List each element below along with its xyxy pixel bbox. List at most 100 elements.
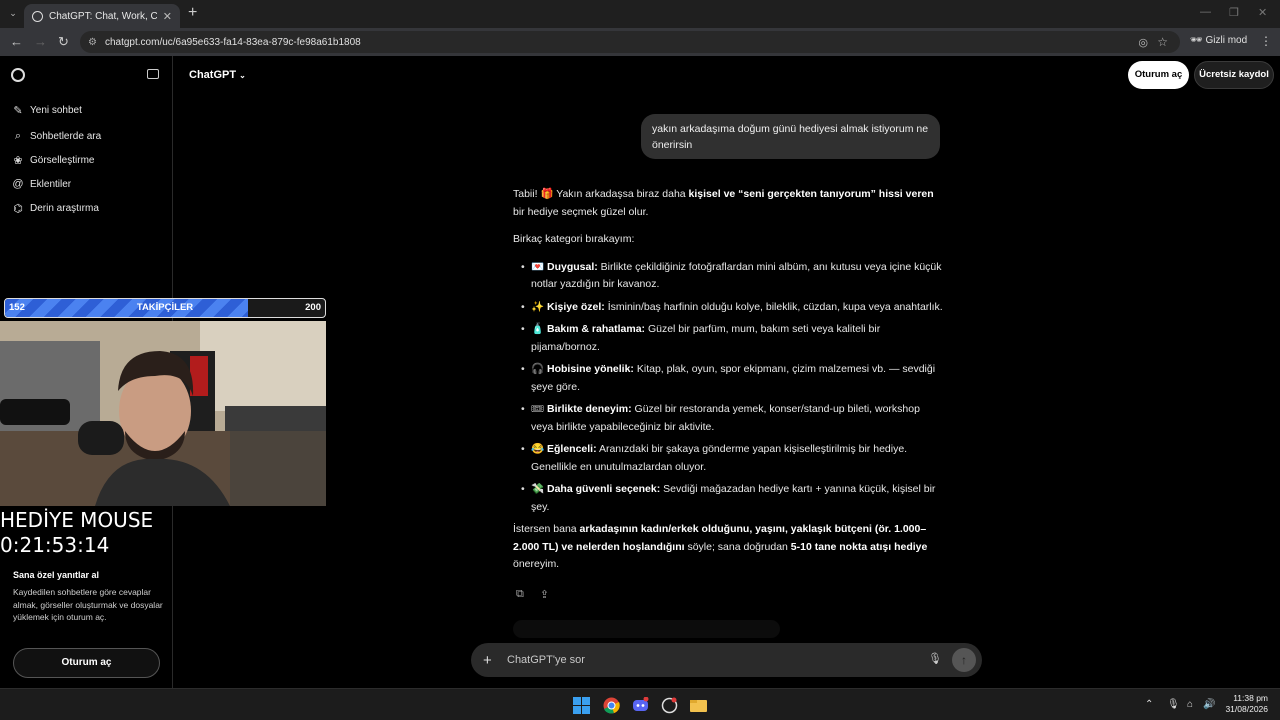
faded-suggestion <box>513 620 780 638</box>
headphones-icon: 🎧 <box>531 363 545 375</box>
minimize-icon[interactable]: — <box>1200 6 1211 18</box>
item-title: Hobisine yönelik: <box>547 363 634 375</box>
sidebar-item-label: Sohbetlerde ara <box>30 131 102 142</box>
list-item: 🎟Birlikte deneyim: Güzel bir restoranda … <box>513 401 943 436</box>
reload-icon[interactable]: ↻ <box>58 34 69 50</box>
tray-chevron-icon[interactable]: ⌃ <box>1145 699 1153 710</box>
follower-target: 200 <box>305 302 321 313</box>
model-name: ChatGPT <box>189 69 237 81</box>
volume-icon[interactable]: 🔊 <box>1203 699 1215 710</box>
item-title: Daha güvenli seçenek: <box>547 483 661 495</box>
chatgpt-favicon-icon <box>32 10 43 22</box>
image-icon: ❀ <box>13 155 23 167</box>
search-icon: ⌕ <box>14 130 22 142</box>
attach-plus-icon[interactable]: + <box>483 652 507 669</box>
microphone-tray-icon[interactable]: 🎙 <box>1167 699 1180 710</box>
item-title: Duygusal: <box>547 260 598 273</box>
gift-category-list: 💌Duygusal: Birlikte çekildiğiniz fotoğra… <box>513 259 943 517</box>
share-icon[interactable]: ⇪ <box>540 588 549 601</box>
follower-goal-bar: 152 TAKİPÇİLER 200 <box>4 298 326 318</box>
forward-icon[interactable]: → <box>34 34 47 49</box>
restore-icon[interactable]: ❐ <box>1229 6 1239 19</box>
intro-bold: kişisel ve “seni gerçekten tanıyorum” hi… <box>688 188 934 200</box>
browser-menu-icon[interactable]: ⋮ <box>1260 34 1272 48</box>
chatgpt-logo-icon[interactable] <box>11 68 25 82</box>
laughing-face-icon: 😂 <box>531 443 545 455</box>
sidebar-item-images[interactable]: ❀ Görselleştirme <box>12 154 94 167</box>
microphone-icon[interactable]: 🎙 <box>928 652 942 665</box>
outro-text: söyle; sana doğrudan <box>684 540 791 553</box>
new-tab-icon[interactable]: + <box>188 4 197 22</box>
composer: + ChatGPT'ye sor 🎙 ↑ <box>471 643 982 677</box>
clock-date: 31/08/2026 <box>1225 704 1268 714</box>
promo-title: Sana özel yanıtlar al <box>13 570 100 580</box>
stream-timer-overlay: 0:21:53:14 <box>0 533 110 557</box>
tracking-eye-icon[interactable]: ◎ <box>1138 36 1148 49</box>
incognito-indicator[interactable]: 🕶 Gizli mod <box>1190 35 1247 46</box>
discord-icon[interactable] <box>632 697 649 714</box>
answer-intro: Tabii! 🎁 Yakın arkadaşsa biraz daha kişi… <box>513 186 943 221</box>
gift-icon: 🎁 <box>540 188 554 200</box>
ticket-icon: 🎟 <box>531 403 545 415</box>
love-letter-icon: 💌 <box>531 260 545 273</box>
list-item: 🧴Bakım & rahatlama: Güzel bir parfüm, mu… <box>513 321 943 356</box>
list-item: 😂Eğlenceli: Aranızdaki bir şakaya gönder… <box>513 441 943 476</box>
system-clock[interactable]: 11:38 pm 31/08/2026 <box>1222 693 1268 715</box>
file-explorer-icon[interactable] <box>690 697 707 714</box>
list-item: ✨Kişiye özel: İsminin/baş harfinin olduğ… <box>513 299 943 317</box>
site-info-icon[interactable]: ⚙ <box>88 37 97 48</box>
intro-text: bir hediye seçmek güzel olur. <box>513 205 649 218</box>
apps-icon: @ <box>12 178 24 190</box>
header-login-button[interactable]: Oturum aç <box>1128 61 1189 89</box>
browser-tab[interactable]: ChatGPT: Chat, Work, Create & ✕ <box>24 4 180 28</box>
promo-text: Kaydedilen sohbetlere göre cevaplar alma… <box>13 587 163 622</box>
tab-title: ChatGPT: Chat, Work, Create & <box>49 10 157 22</box>
bookmark-star-icon[interactable]: ☆ <box>1157 35 1168 49</box>
sidebar-item-label: Derin araştırma <box>30 203 99 214</box>
close-tab-icon[interactable]: ✕ <box>163 10 172 23</box>
prompt-input[interactable]: ChatGPT'ye sor <box>507 654 585 666</box>
app-launcher-icon[interactable] <box>661 697 678 714</box>
sidebar-toggle-icon[interactable] <box>147 69 159 79</box>
model-selector[interactable]: ChatGPT ⌄ <box>189 69 246 81</box>
stream-title-overlay: HEDİYE MOUSE <box>0 508 154 532</box>
research-icon: ⌬ <box>13 203 23 215</box>
tab-search-icon[interactable]: ⌄ <box>6 6 20 20</box>
chevron-down-icon: ⌄ <box>239 71 246 80</box>
windows-taskbar: ⌃ 🎙 ⌂ 🔊 11:38 pm 31/08/2026 <box>0 688 1280 720</box>
webcam-feed <box>0 321 326 506</box>
sidebar-item-new-chat[interactable]: ✎ Yeni sohbet <box>12 104 82 117</box>
lotion-bottle-icon: 🧴 <box>531 323 545 335</box>
chrome-icon[interactable] <box>603 697 620 714</box>
assistant-message: Tabii! 🎁 Yakın arkadaşsa biraz daha kişi… <box>513 186 943 584</box>
list-item: 🎧Hobisine yönelik: Kitap, plak, oyun, sp… <box>513 361 943 396</box>
address-bar[interactable]: ⚙ chatgpt.com/uc/6a95e633-fa14-83ea-879c… <box>80 31 1180 53</box>
sidebar-login-button[interactable]: Oturum aç <box>13 648 160 678</box>
outro-text: önereyim. <box>513 558 560 570</box>
categories-intro: Birkaç kategori bırakayım: <box>513 233 635 245</box>
signup-button[interactable]: Ücretsiz kaydol <box>1194 61 1274 89</box>
network-icon[interactable]: ⌂ <box>1187 699 1193 710</box>
back-icon[interactable]: ← <box>10 34 23 49</box>
close-window-icon[interactable]: ✕ <box>1258 6 1267 19</box>
copy-icon[interactable]: ⧉ <box>516 588 524 601</box>
incognito-label: Gizli mod <box>1205 35 1248 46</box>
sidebar-item-deep-research[interactable]: ⌬ Derin araştırma <box>12 202 99 215</box>
item-text: İsminin/baş harfinin olduğu kolye, bilek… <box>604 300 943 313</box>
clock-time: 11:38 pm <box>1233 693 1268 703</box>
intro-text: Tabii! <box>513 188 541 200</box>
webcam-image <box>0 321 326 506</box>
windows-start-icon[interactable] <box>573 697 590 714</box>
sidebar-item-apps[interactable]: @ Eklentiler <box>12 178 71 190</box>
sidebar-item-label: Eklentiler <box>30 178 72 190</box>
sidebar-item-search[interactable]: ⌕ Sohbetlerde ara <box>12 130 101 143</box>
list-item: 💸Daha güvenli seçenek: Sevdiği mağazadan… <box>513 481 943 516</box>
outro-bold: 5-10 tane nokta atışı hediye <box>790 540 928 553</box>
send-button[interactable]: ↑ <box>952 648 976 672</box>
edit-icon: ✎ <box>13 105 23 117</box>
message-actions: ⧉ ⇪ <box>516 588 549 601</box>
item-title: Kişiye özel: <box>547 300 605 313</box>
url-text: chatgpt.com/uc/6a95e633-fa14-83ea-879c-f… <box>104 36 361 48</box>
list-item: 💌Duygusal: Birlikte çekildiğiniz fotoğra… <box>513 259 943 294</box>
sparkles-icon: ✨ <box>531 300 545 313</box>
